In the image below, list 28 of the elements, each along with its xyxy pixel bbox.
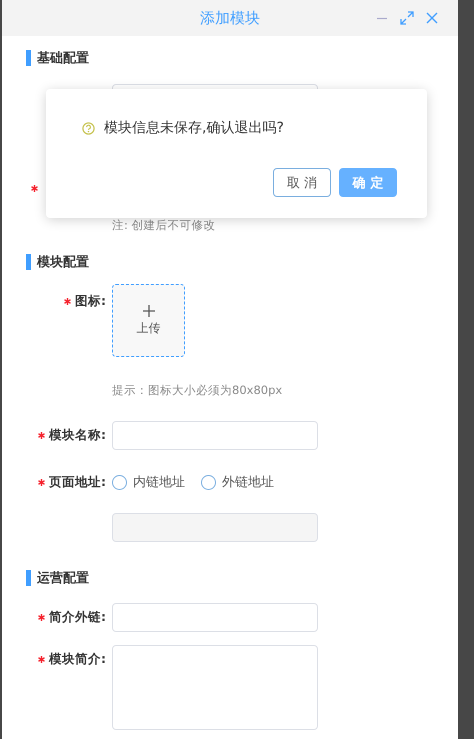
section-marker xyxy=(26,254,31,270)
section-title: 运营配置 xyxy=(37,570,89,587)
field-label: 简介外链: xyxy=(49,608,106,626)
help-icon xyxy=(82,122,95,134)
confirm-message: 模块信息未保存,确认退出吗? xyxy=(104,119,284,137)
hint-text: 注: 创建后不可修改 xyxy=(111,218,217,232)
text-area[interactable] xyxy=(112,645,318,730)
hint-text: 提示：图标大小必须为80x80px xyxy=(111,383,284,397)
field-label: 图标: xyxy=(75,292,106,310)
close-icon[interactable] xyxy=(426,12,438,24)
maximize-icon[interactable] xyxy=(400,11,414,25)
section-title: 基础配置 xyxy=(37,50,89,67)
plus-icon xyxy=(142,304,154,316)
section-marker xyxy=(26,570,31,586)
section-title: 模块配置 xyxy=(37,254,89,271)
section-marker xyxy=(26,50,31,66)
input-field[interactable] xyxy=(112,603,318,632)
cancel-button[interactable]: 取 消 xyxy=(273,168,331,197)
dialog-title: 添加模块 xyxy=(200,8,260,28)
radio-label[interactable]: 外链地址 xyxy=(222,473,274,491)
field-label: 模块名称: xyxy=(49,426,106,444)
upload-button[interactable]: 上传 xyxy=(112,284,185,357)
radio-label[interactable]: 内链地址 xyxy=(133,473,185,491)
radio-button[interactable] xyxy=(201,474,216,490)
field-label: 模块简介: xyxy=(49,650,106,668)
field-label: 页面地址: xyxy=(49,474,106,490)
input-field[interactable] xyxy=(112,421,318,450)
radio-button[interactable] xyxy=(112,474,127,490)
